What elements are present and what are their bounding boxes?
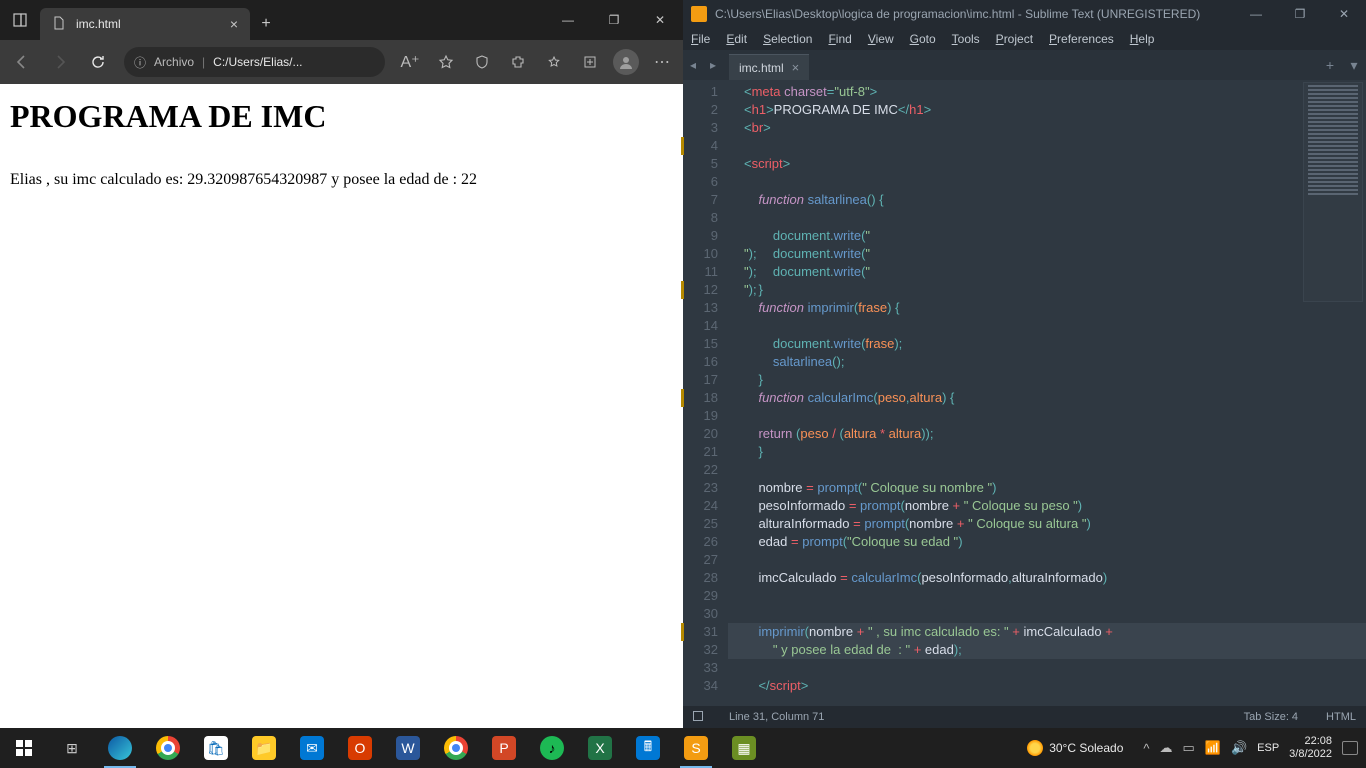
profile-avatar[interactable] [613, 49, 639, 75]
window-controls: ― ❐ ✕ [1234, 0, 1366, 28]
new-tab-button[interactable]: + [250, 8, 282, 40]
maximize-button[interactable]: ❐ [591, 0, 637, 40]
status-indent-toggle[interactable] [693, 711, 709, 724]
file-icon [52, 16, 68, 32]
start-button[interactable] [0, 728, 48, 768]
status-cursor: Line 31, Column 71 [729, 711, 824, 723]
tab-title: imc.html [76, 17, 222, 31]
sublime-title: C:\Users\Elias\Desktop\logica de program… [715, 7, 1200, 21]
close-icon[interactable]: × [230, 16, 238, 32]
history-fwd-icon[interactable]: ▸ [703, 50, 723, 80]
sublime-status-bar: Line 31, Column 71 Tab Size: 4 HTML [683, 706, 1366, 728]
minecraft-taskbar-icon[interactable]: ▦ [720, 728, 768, 768]
weather-widget[interactable]: 30°C Soleado [1027, 740, 1123, 756]
menu-project[interactable]: Project [996, 32, 1033, 46]
battery-icon[interactable]: ▭ [1182, 740, 1194, 756]
addr-scheme: Archivo [154, 55, 194, 69]
menu-view[interactable]: View [868, 32, 894, 46]
menu-find[interactable]: Find [828, 32, 851, 46]
word-taskbar-icon[interactable]: W [384, 728, 432, 768]
chevron-up-icon[interactable]: ^ [1143, 741, 1149, 756]
chrome2-taskbar-icon[interactable] [432, 728, 480, 768]
favorites-bar-button[interactable] [537, 45, 571, 79]
sublime-logo-icon [691, 6, 707, 22]
language-indicator[interactable]: ESP [1257, 742, 1279, 754]
windows-taskbar: ⊞ 🛍 📁 ✉ O W P ♪ X 🖩 S ▦ 30°C Soleado ^ ☁… [0, 728, 1366, 768]
info-icon: ⓘ [134, 54, 146, 71]
address-bar[interactable]: ⓘ Archivo | C:/Users/Elias/... [124, 47, 385, 77]
clock[interactable]: 22:08 3/8/2022 [1289, 735, 1332, 761]
close-button[interactable]: ✕ [637, 0, 683, 40]
more-button[interactable]: ⋯ [645, 45, 679, 79]
onedrive-icon[interactable]: ☁ [1159, 740, 1172, 756]
sublime-taskbar-icon[interactable]: S [672, 728, 720, 768]
edge-taskbar-icon[interactable] [96, 728, 144, 768]
code-editor[interactable]: 1234567891011121314151617181920212223242… [683, 80, 1366, 706]
status-syntax[interactable]: HTML [1326, 711, 1356, 723]
tab-actions-icon[interactable] [0, 0, 40, 40]
history-back-icon[interactable]: ◂ [683, 50, 703, 80]
sublime-menu-bar[interactable]: File Edit Selection Find View Goto Tools… [683, 28, 1366, 50]
close-button[interactable]: ✕ [1322, 0, 1366, 28]
adblock-icon[interactable] [465, 45, 499, 79]
excel-taskbar-icon[interactable]: X [576, 728, 624, 768]
sublime-tab-bar: ◂ ▸ imc.html × + ▾ [683, 50, 1366, 80]
menu-file[interactable]: File [691, 32, 710, 46]
editor-tab[interactable]: imc.html × [729, 54, 809, 80]
new-tab-icon[interactable]: + [1318, 50, 1342, 80]
sublime-titlebar: C:\Users\Elias\Desktop\logica de program… [683, 0, 1366, 28]
back-button[interactable] [4, 44, 40, 80]
mail-taskbar-icon[interactable]: ✉ [288, 728, 336, 768]
weather-text: 30°C Soleado [1049, 741, 1123, 755]
maximize-button[interactable]: ❐ [1278, 0, 1322, 28]
addr-path: C:/Users/Elias/... [213, 55, 375, 69]
page-heading: PROGRAMA DE IMC [10, 98, 673, 135]
minimize-button[interactable]: ― [545, 0, 591, 40]
minimize-button[interactable]: ― [1234, 0, 1278, 28]
tab-menu-icon[interactable]: ▾ [1342, 50, 1366, 80]
office-taskbar-icon[interactable]: O [336, 728, 384, 768]
volume-icon[interactable]: 🔊 [1231, 740, 1247, 756]
collections-button[interactable] [573, 45, 607, 79]
tab-name: imc.html [739, 61, 784, 75]
status-tabsize[interactable]: Tab Size: 4 [1244, 711, 1298, 723]
sublime-window: C:\Users\Elias\Desktop\logica de program… [683, 0, 1366, 728]
code-content[interactable]: <meta charset="utf-8"><h1>PROGRAMA DE IM… [728, 80, 1366, 706]
browser-viewport: PROGRAMA DE IMC Elias , su imc calculado… [0, 84, 683, 728]
task-view-button[interactable]: ⊞ [48, 728, 96, 768]
menu-help[interactable]: Help [1130, 32, 1155, 46]
date: 3/8/2022 [1289, 748, 1332, 761]
notifications-icon[interactable] [1342, 741, 1358, 755]
line-number-gutter: 1234567891011121314151617181920212223242… [683, 80, 728, 706]
edge-titlebar: imc.html × + ― ❐ ✕ [0, 0, 683, 40]
system-tray: 30°C Soleado ^ ☁ ▭ 📶 🔊 ESP 22:08 3/8/202… [1027, 735, 1366, 761]
powerpoint-taskbar-icon[interactable]: P [480, 728, 528, 768]
menu-selection[interactable]: Selection [763, 32, 812, 46]
page-body-text: Elias , su imc calculado es: 29.32098765… [10, 171, 673, 189]
wifi-icon[interactable]: 📶 [1205, 740, 1221, 756]
explorer-taskbar-icon[interactable]: 📁 [240, 728, 288, 768]
edge-toolbar: ⓘ Archivo | C:/Users/Elias/... A⁺ ⋯ [0, 40, 683, 84]
menu-goto[interactable]: Goto [910, 32, 936, 46]
forward-button [42, 44, 78, 80]
addr-separator: | [202, 55, 205, 69]
calculator-taskbar-icon[interactable]: 🖩 [624, 728, 672, 768]
chrome-taskbar-icon[interactable] [144, 728, 192, 768]
time: 22:08 [1289, 735, 1332, 748]
favorites-button[interactable] [429, 45, 463, 79]
sun-icon [1027, 740, 1043, 756]
spotify-taskbar-icon[interactable]: ♪ [528, 728, 576, 768]
extensions-button[interactable] [501, 45, 535, 79]
refresh-button[interactable] [80, 44, 116, 80]
edge-browser-window: imc.html × + ― ❐ ✕ ⓘ Archivo | C:/Users/… [0, 0, 683, 728]
menu-edit[interactable]: Edit [726, 32, 747, 46]
msstore-taskbar-icon[interactable]: 🛍 [192, 728, 240, 768]
menu-tools[interactable]: Tools [952, 32, 980, 46]
menu-preferences[interactable]: Preferences [1049, 32, 1114, 46]
window-controls: ― ❐ ✕ [545, 0, 683, 40]
browser-tab[interactable]: imc.html × [40, 8, 250, 40]
close-icon[interactable]: × [792, 60, 800, 75]
minimap[interactable] [1303, 82, 1363, 302]
read-aloud-button[interactable]: A⁺ [393, 45, 427, 79]
